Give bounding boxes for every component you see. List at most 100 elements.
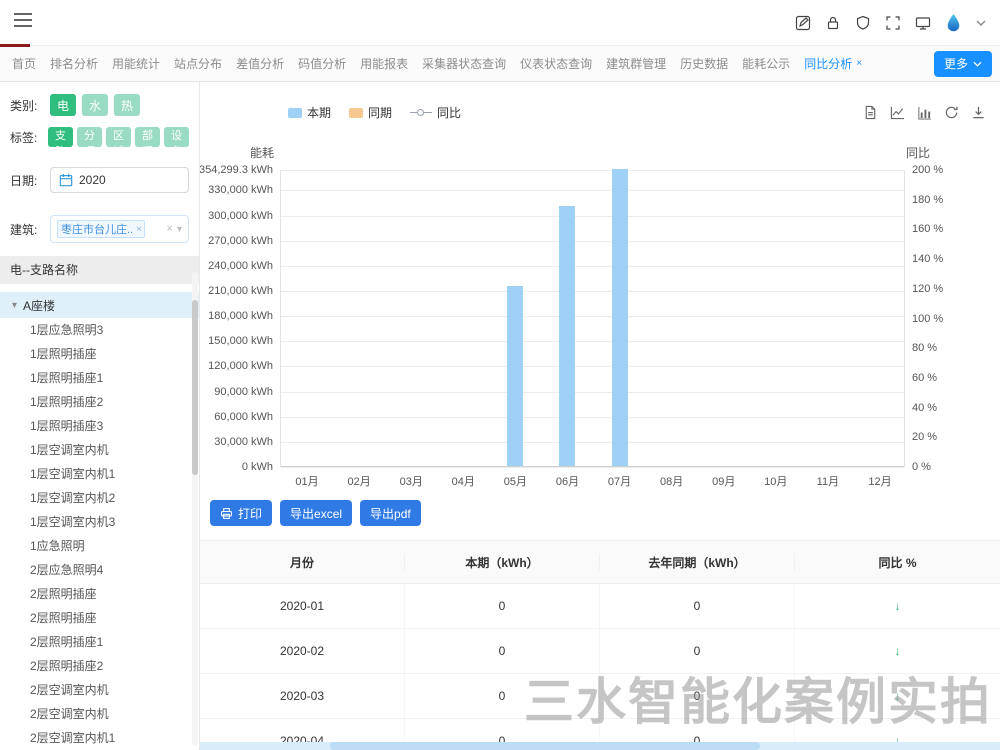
table-header-row: 月份本期（kWh）去年同期（kWh）同比 % — [200, 540, 1000, 584]
x-axis-label: 05月 — [504, 473, 527, 489]
tree-item[interactable]: 1层照明插座 — [0, 342, 199, 366]
horizontal-scrollbar[interactable] — [200, 742, 1000, 750]
chevron-down-icon[interactable] — [976, 20, 986, 26]
line-chart-icon[interactable] — [890, 105, 905, 120]
tree-item[interactable]: 1层照明插座3 — [0, 414, 199, 438]
table-header-cell: 去年同期（kWh） — [600, 554, 795, 571]
menu-icon[interactable] — [14, 13, 32, 32]
tree-item[interactable]: 1应急照明 — [0, 534, 199, 558]
tree-item[interactable]: 1层空调室内机2 — [0, 486, 199, 510]
x-axis-label: 09月 — [712, 473, 735, 489]
select-clear-icon[interactable]: × — [167, 223, 173, 235]
tag-button-区域[interactable]: 区域 — [106, 127, 131, 147]
tab-label: 历史数据 — [680, 55, 728, 72]
x-axis-label: 10月 — [764, 473, 787, 489]
more-button[interactable]: 更多 — [934, 51, 992, 77]
tab-建筑群管理[interactable]: 建筑群管理 — [606, 55, 666, 72]
tree-item[interactable]: 2层应急照明4 — [0, 558, 199, 582]
legend-line-swatch — [410, 112, 432, 113]
building-select[interactable]: 枣庄市台儿庄.. × × ▾ — [50, 215, 189, 243]
tab-采集器状态查询[interactable]: 采集器状态查询 — [422, 55, 506, 72]
gridline — [281, 442, 904, 443]
tab-能耗公示[interactable]: 能耗公示 — [742, 55, 790, 72]
printer-icon — [220, 507, 233, 520]
document-icon[interactable] — [863, 105, 878, 120]
tree-item[interactable]: 2层空调室内机1 — [0, 726, 199, 750]
x-axis-label: 01月 — [295, 473, 318, 489]
tree-root-a-building[interactable]: ▾ A座楼 — [0, 292, 199, 318]
tree-item[interactable]: 2层空调室内机 — [0, 678, 199, 702]
legend-item-本期[interactable]: 本期 — [288, 104, 331, 121]
monitor-icon[interactable] — [915, 15, 931, 31]
water-drop-logo-icon[interactable] — [945, 13, 962, 32]
cell-trend: ↓ — [795, 674, 1000, 718]
horizontal-scrollbar-thumb[interactable] — [330, 742, 760, 750]
export-pdf-button[interactable]: 导出pdf — [360, 500, 421, 526]
sidebar-scrollbar-thumb[interactable] — [192, 300, 198, 475]
tree-item[interactable]: 1层空调室内机 — [0, 438, 199, 462]
tree-item[interactable]: 1层照明插座2 — [0, 390, 199, 414]
export-excel-button[interactable]: 导出excel — [280, 500, 352, 526]
shield-icon[interactable] — [855, 15, 871, 31]
tag-button-分项[interactable]: 分项 — [77, 127, 102, 147]
tab-首页[interactable]: 首页 — [12, 55, 36, 72]
fullscreen-icon[interactable] — [885, 15, 901, 31]
bar-07月[interactable] — [612, 169, 628, 466]
tab-label: 站点分布 — [174, 55, 222, 72]
tree-item[interactable]: 1层照明插座1 — [0, 366, 199, 390]
y2-axis-tick: 60 % — [912, 372, 937, 384]
y-axis-tick: 90,000 kWh — [214, 386, 273, 398]
tag-button-设备[interactable]: 设备 — [164, 127, 189, 147]
tree-item[interactable]: 2层照明插座1 — [0, 630, 199, 654]
tab-仪表状态查询[interactable]: 仪表状态查询 — [520, 55, 592, 72]
y-axis-tick: 180,000 kWh — [208, 310, 273, 322]
tab-排名分析[interactable]: 排名分析 — [50, 55, 98, 72]
date-value: 2020 — [79, 173, 106, 187]
sidebar-scrollbar[interactable] — [192, 272, 198, 746]
refresh-icon[interactable] — [944, 105, 959, 120]
chevron-down-icon — [973, 61, 982, 67]
tab-close-icon[interactable]: × — [856, 58, 862, 69]
select-caret-icon[interactable]: ▾ — [177, 224, 182, 235]
tag-buttons: 支路分项区域部门设备 — [48, 127, 189, 147]
tab-label: 采集器状态查询 — [422, 55, 506, 72]
tree-item[interactable]: 2层空调室内机 — [0, 702, 199, 726]
tag-button-部门[interactable]: 部门 — [135, 127, 160, 147]
content: 类别: 电水热 标签: 支路分项区域部门设备 日期: 2020 建筑: 枣庄市台… — [0, 82, 1000, 750]
print-button[interactable]: 打印 — [210, 500, 272, 526]
date-input[interactable]: 2020 — [50, 167, 189, 193]
tab-码值分析[interactable]: 码值分析 — [298, 55, 346, 72]
tree-item[interactable]: 2层照明插座 — [0, 606, 199, 630]
bar-05月[interactable] — [507, 286, 523, 466]
tab-差值分析[interactable]: 差值分析 — [236, 55, 284, 72]
y2-axis-tick: 180 % — [912, 194, 943, 206]
tree-expand-icon[interactable]: ▾ — [12, 300, 17, 311]
download-icon[interactable] — [971, 105, 986, 120]
y2-axis-tick: 80 % — [912, 342, 937, 354]
tree-item[interactable]: 2层照明插座 — [0, 582, 199, 606]
category-button-水[interactable]: 水 — [82, 94, 108, 116]
tree-item[interactable]: 1层空调室内机3 — [0, 510, 199, 534]
tree-item[interactable]: 2层照明插座2 — [0, 654, 199, 678]
category-button-电[interactable]: 电 — [50, 94, 76, 116]
category-filter: 类别: 电水热 — [0, 92, 199, 118]
tab-用能统计[interactable]: 用能统计 — [112, 55, 160, 72]
tree-item[interactable]: 1层空调室内机1 — [0, 462, 199, 486]
tab-历史数据[interactable]: 历史数据 — [680, 55, 728, 72]
tab-站点分布[interactable]: 站点分布 — [174, 55, 222, 72]
edit-icon[interactable] — [795, 15, 811, 31]
tab-同比分析[interactable]: 同比分析× — [804, 55, 862, 72]
category-button-热[interactable]: 热 — [114, 94, 140, 116]
legend-item-同比[interactable]: 同比 — [410, 104, 461, 121]
tab-label: 建筑群管理 — [606, 55, 666, 72]
tab-用能报表[interactable]: 用能报表 — [360, 55, 408, 72]
tag-close-icon[interactable]: × — [136, 224, 142, 235]
bar-chart-icon[interactable] — [917, 105, 932, 120]
y2-axis-tick: 120 % — [912, 283, 943, 295]
lock-icon[interactable] — [825, 15, 841, 31]
legend-item-同期[interactable]: 同期 — [349, 104, 392, 121]
cell-trend: ↓ — [795, 584, 1000, 628]
tag-button-支路[interactable]: 支路 — [48, 127, 73, 147]
tree-item[interactable]: 1层应急照明3 — [0, 318, 199, 342]
bar-06月[interactable] — [559, 206, 575, 466]
